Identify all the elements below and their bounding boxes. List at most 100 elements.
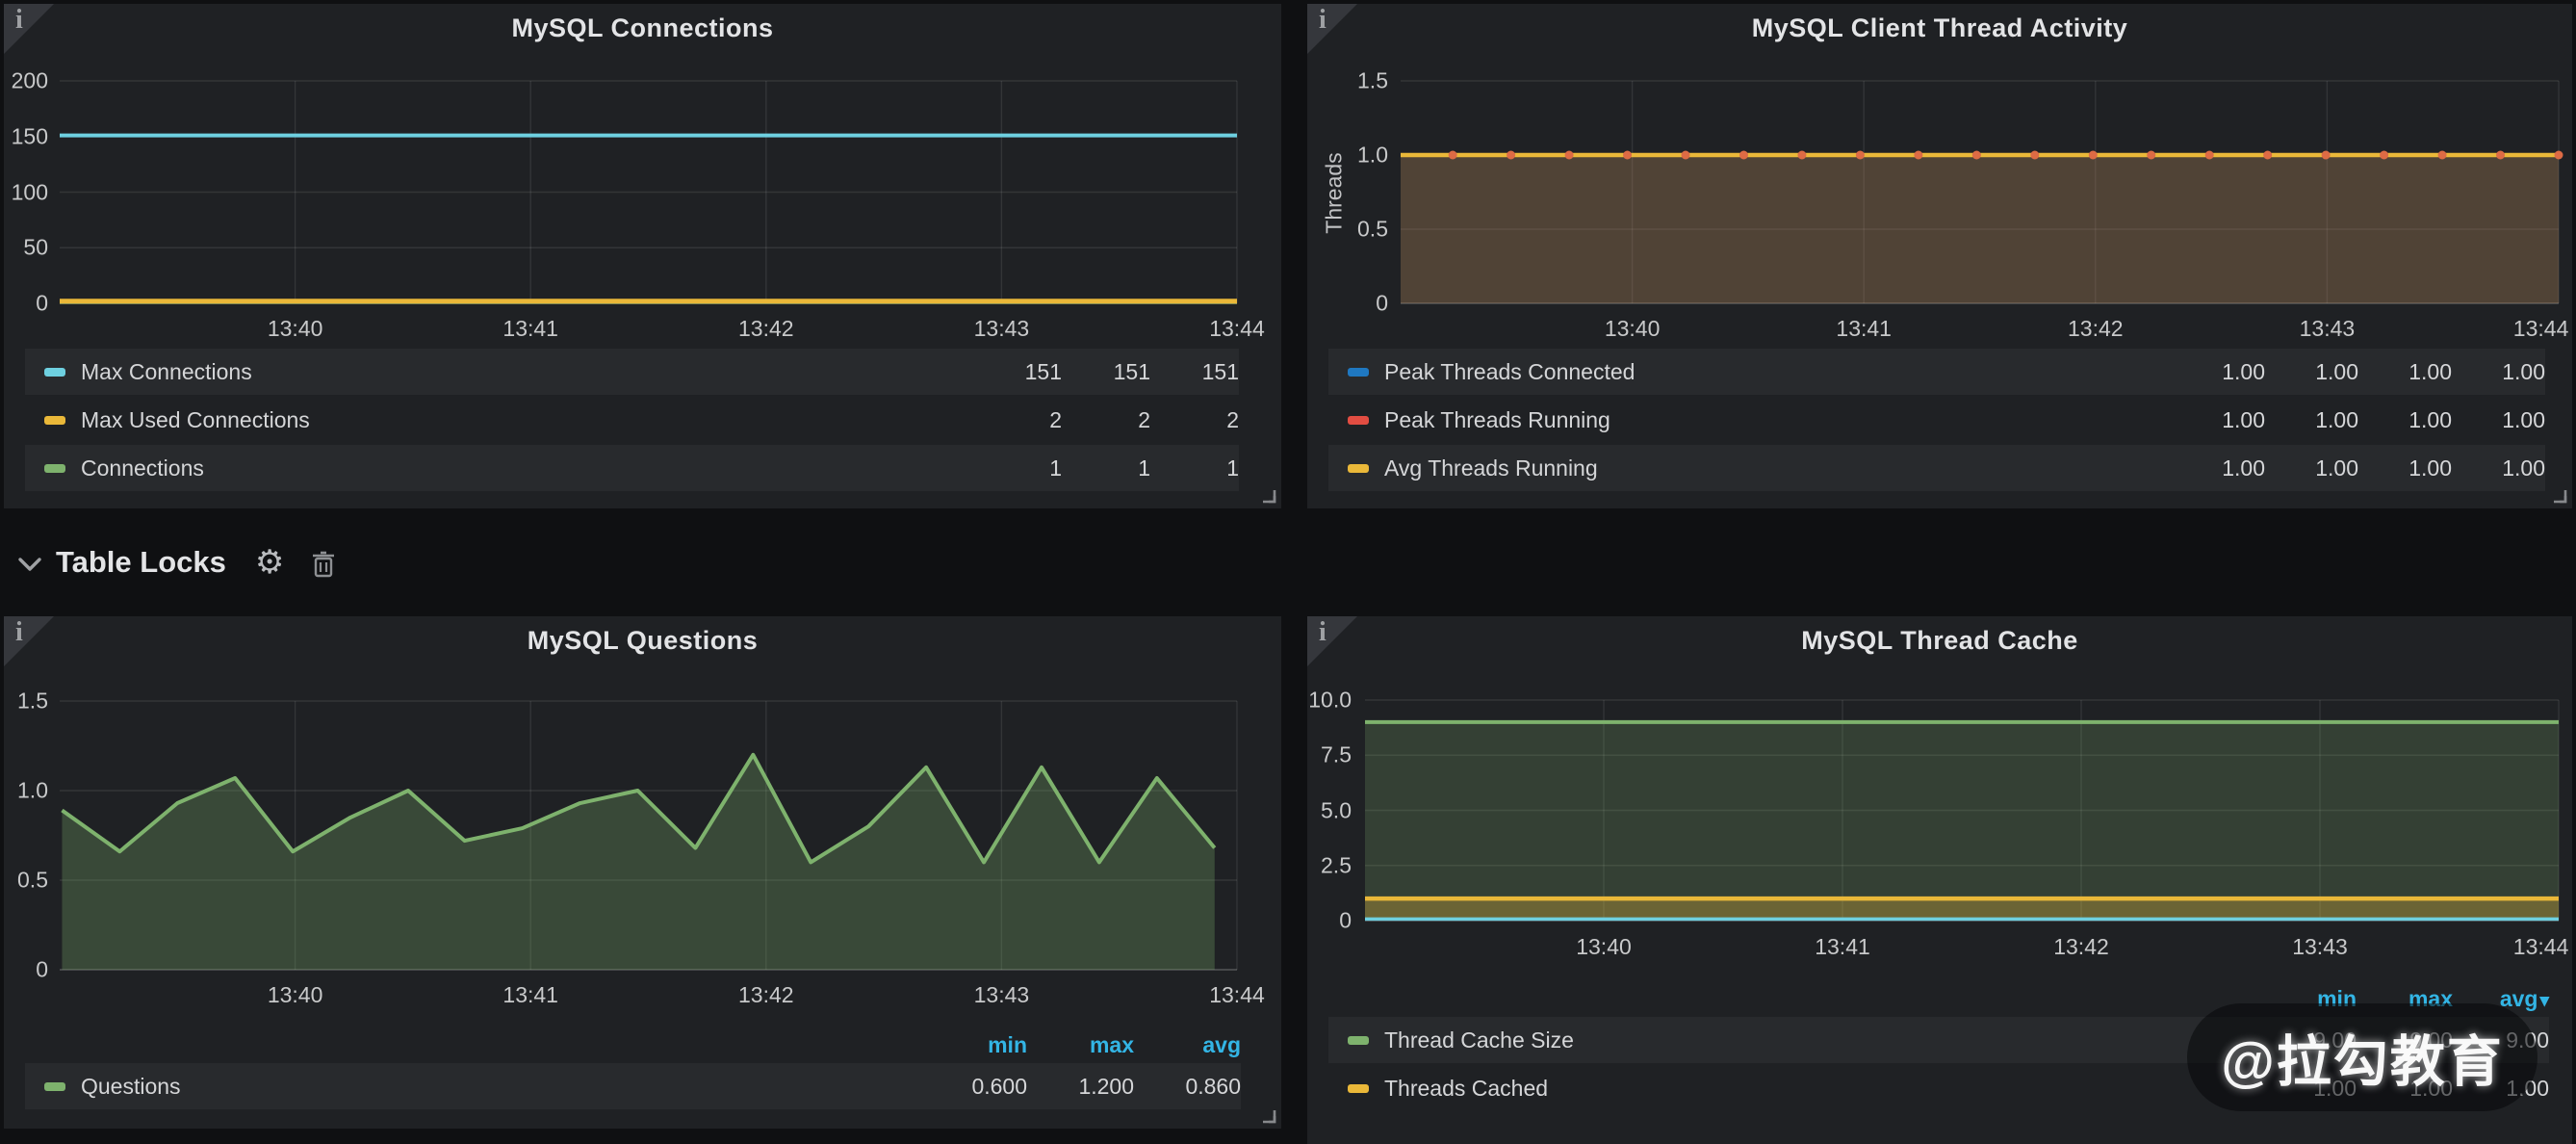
gear-icon[interactable]: ⚙ [255,546,284,579]
legend-header-avg[interactable]: avg [1134,1032,1241,1058]
y-tick-label: 0.5 [17,868,48,894]
x-tick-label: 13:41 [502,316,558,342]
chart-plot-area[interactable] [1401,81,2559,303]
legend-value: 1.00 [2452,407,2545,433]
legend-value: 1.00 [2265,407,2358,433]
panel-title[interactable]: MySQL Connections [4,13,1281,43]
panel-title[interactable]: MySQL Thread Cache [1307,626,2572,656]
panel-resize-handle[interactable] [1259,486,1276,504]
y-tick-label: 0.5 [1357,216,1388,242]
x-tick-label: 13:44 [1209,316,1265,342]
panel-title[interactable]: MySQL Client Thread Activity [1307,13,2572,43]
series-color-swatch[interactable] [1348,368,1369,377]
chart-canvas[interactable] [60,701,1237,970]
y-tick-label: 0 [1339,908,1352,934]
chart-canvas[interactable] [60,81,1237,303]
series-label[interactable]: Questions [81,1074,920,1100]
series-label[interactable]: Threads Cached [1384,1076,2260,1102]
legend-row[interactable]: Peak Threads Running1.001.001.001.00 [1328,397,2545,443]
panel-resize-handle[interactable] [2550,486,2567,504]
sort-desc-icon: ▾ [2539,991,2549,1011]
legend-value: 0.600 [920,1074,1027,1100]
y-tick-label: 7.5 [1321,742,1352,768]
x-axis: 13:4013:4113:4213:4313:44 [1365,932,2559,959]
x-tick-label: 13:41 [502,982,558,1008]
legend-value: 1.00 [2265,455,2358,481]
x-tick-label: 13:42 [738,316,794,342]
series-label[interactable]: Peak Threads Connected [1384,359,2172,385]
series-color-swatch[interactable] [44,464,65,473]
y-axis: 200150100500 [4,81,58,303]
series-area [1365,722,2559,921]
chart-plot-area[interactable] [60,701,1237,970]
legend-value: 1.00 [2452,455,2545,481]
x-tick-label: 13:42 [2053,934,2109,960]
x-tick-label: 13:44 [2513,934,2569,960]
legend-value: 1.00 [2358,407,2452,433]
y-tick-label: 50 [23,235,48,261]
y-tick-label: 1.0 [1357,142,1388,168]
y-tick-label: 0 [36,291,48,317]
legend-value: 1.00 [2358,455,2452,481]
series-color-swatch[interactable] [1348,464,1369,473]
series-label[interactable]: Connections [81,455,973,481]
grafana-dashboard: i MySQL Connections 200150100500 13:4013… [0,0,2576,1144]
x-tick-label: 13:42 [2068,316,2124,342]
watermark-text: @拉勾教育 [2221,1018,2504,1097]
legend: Peak Threads Connected1.001.001.001.00Pe… [1328,349,2545,493]
legend-row[interactable]: Max Connections151151151 [25,349,1239,395]
legend-value: 2 [973,407,1062,433]
chart-plot-area[interactable] [60,81,1237,303]
chevron-down-icon[interactable] [17,556,42,573]
y-tick-label: 1.5 [17,689,48,715]
panel-title[interactable]: MySQL Questions [4,626,1281,656]
series-color-swatch[interactable] [1348,416,1369,425]
y-tick-label: 1.0 [17,778,48,804]
chart-canvas[interactable] [1365,700,2559,921]
legend-header-max[interactable]: max [1027,1032,1134,1058]
legend-value: 2 [1062,407,1150,433]
panel-resize-handle[interactable] [1259,1106,1276,1124]
dashboard-row-table-locks[interactable]: Table Locks ⚙ [4,520,336,605]
row-title[interactable]: Table Locks [56,545,226,580]
series-label[interactable]: Peak Threads Running [1384,407,2172,433]
y-axis: 1.51.00.50 [1344,81,1398,303]
x-tick-label: 13:40 [268,982,323,1008]
panel-mysql-client-thread-activity: i MySQL Client Thread Activity Threads 1… [1307,4,2572,508]
legend-value: 151 [1150,359,1239,385]
legend-header-min[interactable]: min [920,1032,1027,1058]
legend-row[interactable]: Connections111 [25,445,1239,491]
legend-value: 1 [1150,455,1239,481]
y-axis: 10.07.55.02.50 [1307,700,1361,921]
y-axis: 1.51.00.50 [4,701,58,970]
legend-value: 1.00 [2172,455,2265,481]
series-color-swatch[interactable] [1348,1036,1369,1045]
x-axis: 13:4013:4113:4213:4313:44 [1401,314,2559,341]
x-tick-label: 13:40 [1605,316,1661,342]
chart-plot-area[interactable] [1365,700,2559,921]
legend: minmaxavg Questions0.6001.2000.860 [25,1030,1241,1111]
series-color-swatch[interactable] [44,416,65,425]
legend-row[interactable]: Peak Threads Connected1.001.001.001.00 [1328,349,2545,395]
chart-canvas[interactable] [1401,81,2559,303]
series-color-swatch[interactable] [1348,1084,1369,1093]
y-tick-label: 1.5 [1357,68,1388,94]
legend-row[interactable]: Questions0.6001.2000.860 [25,1063,1241,1109]
x-tick-label: 13:42 [738,982,794,1008]
x-axis: 13:4013:4113:4213:4313:44 [60,314,1237,341]
x-tick-label: 13:40 [268,316,323,342]
legend-row[interactable]: Max Used Connections222 [25,397,1239,443]
legend-value: 151 [973,359,1062,385]
series-color-swatch[interactable] [44,368,65,377]
series-label[interactable]: Avg Threads Running [1384,455,2172,481]
trash-icon[interactable] [311,550,336,579]
legend-row[interactable]: Avg Threads Running1.001.001.001.00 [1328,445,2545,491]
legend-value: 1.00 [2265,359,2358,385]
x-tick-label: 13:43 [974,316,1030,342]
series-label[interactable]: Thread Cache Size [1384,1027,2260,1053]
series-label[interactable]: Max Used Connections [81,407,973,433]
legend-value: 1 [973,455,1062,481]
series-label[interactable]: Max Connections [81,359,973,385]
y-tick-label: 200 [12,68,48,94]
series-color-swatch[interactable] [44,1082,65,1091]
